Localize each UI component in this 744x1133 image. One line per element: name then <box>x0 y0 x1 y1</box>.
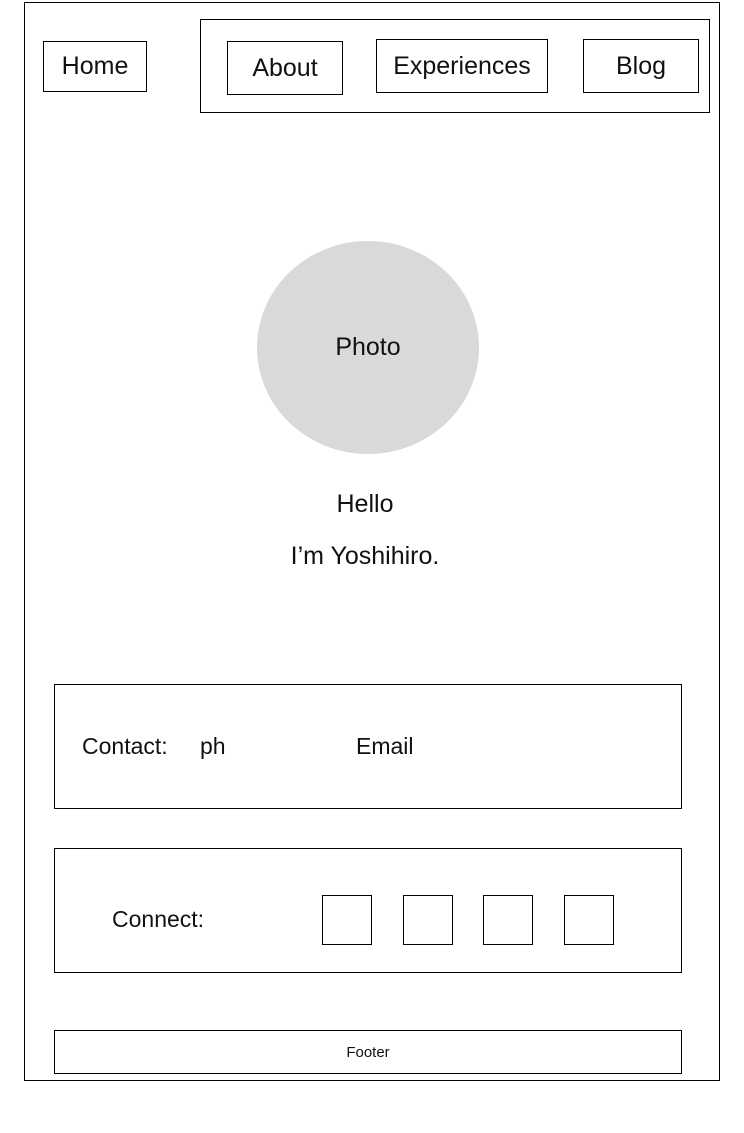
about-button-label: About <box>252 53 318 82</box>
intro-text: I’m Yoshihiro. <box>290 542 440 570</box>
photo-label: Photo <box>335 333 401 361</box>
social-link-1-icon[interactable] <box>322 895 372 945</box>
experiences-button-label: Experiences <box>393 51 531 80</box>
email-link[interactable]: Email <box>356 733 414 760</box>
blog-button[interactable]: Blog <box>583 39 699 93</box>
connect-label: Connect: <box>112 906 205 932</box>
social-link-4-icon[interactable] <box>564 895 614 945</box>
contact-label: Contact: <box>82 733 168 759</box>
footer-text: Footer <box>346 1043 390 1061</box>
home-button[interactable]: Home <box>43 41 147 92</box>
home-button-label: Home <box>61 52 129 80</box>
greeting-text: Hello <box>336 490 394 518</box>
phone-link[interactable]: ph <box>200 733 226 760</box>
experiences-button[interactable]: Experiences <box>376 39 548 93</box>
profile-photo: Photo <box>257 241 479 454</box>
blog-button-label: Blog <box>615 51 667 80</box>
footer: Footer <box>54 1030 682 1074</box>
social-link-2-icon[interactable] <box>403 895 453 945</box>
social-link-3-icon[interactable] <box>483 895 533 945</box>
about-button[interactable]: About <box>227 41 343 95</box>
